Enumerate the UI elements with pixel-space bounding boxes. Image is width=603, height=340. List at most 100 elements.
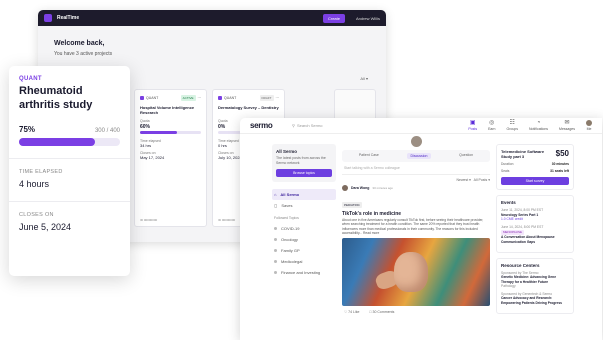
profile-avatar[interactable] (410, 136, 422, 147)
topic-icon (274, 260, 277, 264)
sidebar-topic-oncology[interactable]: Oncology (272, 234, 336, 245)
closes-value: June 5, 2024 (19, 221, 72, 232)
events-heading: Events (501, 200, 516, 206)
image-face (394, 252, 428, 292)
nav-notifications[interactable]: ◔ Notifications (529, 120, 548, 131)
survey-title: Telemedicine Software Study part 3 (501, 149, 545, 160)
post-title[interactable]: TikTok's role in medicine (342, 211, 490, 217)
resource-name: Genetic Medicine: Advancing Gene Therapy… (501, 275, 557, 284)
topic-icon (274, 249, 277, 253)
nav-messages[interactable]: ✉ Messages (559, 120, 575, 131)
browse-topics-button[interactable]: Browse topics (276, 169, 332, 178)
nav-me[interactable]: Me (586, 120, 592, 131)
nav-earn[interactable]: ◎ Earn (488, 120, 495, 131)
project-type: QUANT (224, 96, 237, 100)
topic-icon (274, 227, 277, 231)
post-topic-chip[interactable]: PEDIATRIC (342, 202, 362, 208)
study-count: 300 / 400 (94, 127, 120, 134)
study-title: Rheumatoid arthritis study (19, 85, 93, 111)
sermo-top-bar: sermo ⚲ Search Sermo ▣ Posts ◎ Earn ☷ Group… (240, 118, 602, 134)
more-icon[interactable]: ··· (276, 96, 280, 100)
project-type: QUANT (146, 96, 159, 100)
study-progress-fill (19, 137, 95, 146)
sidebar-topic-medicolegal[interactable]: Medicolegal (272, 256, 336, 267)
study-progress-row: 75% 300 / 400 (19, 125, 120, 134)
sidebar-topic-covid[interactable]: COVID-19 (272, 223, 336, 234)
home-icon: ⌂ (274, 192, 277, 198)
tab-discussion[interactable]: Discussion (406, 153, 432, 159)
nav-groups[interactable]: ☷ Groups (506, 120, 517, 131)
event-name: A Conversation About Menopause Communica… (501, 235, 555, 244)
nav-label: Groups (506, 127, 518, 131)
start-survey-button[interactable]: Start survey (501, 177, 569, 186)
earn-icon: ◎ (489, 120, 495, 126)
feed-sort: Newest ▾ All Posts ▾ (456, 178, 491, 182)
bookmark-icon: ◻ (274, 203, 278, 209)
study-percent: 75% (19, 124, 36, 134)
search-input[interactable]: ⚲ Search Sermo (292, 123, 323, 128)
avatar (586, 120, 592, 126)
resource-item[interactable]: Sponsored by Genentech & Sermo Cancer Ad… (501, 292, 569, 305)
divider (9, 200, 130, 202)
survey-price: $50 (555, 149, 569, 158)
elapsed-label: TIME ELAPSED (19, 168, 63, 175)
sort-newest[interactable]: Newest (457, 178, 469, 182)
followed-topics-heading: Followed Topics (274, 216, 299, 221)
sidebar-item-label: All Sermo (280, 192, 300, 198)
resource-item[interactable]: Sponsored by The Sermo Genetic Medicine:… (501, 271, 569, 288)
status-badge: ACTIVE (180, 95, 196, 101)
comments-button[interactable]: □ 30 Comments (369, 310, 394, 314)
post-time: 30 minutes ago (372, 186, 393, 190)
tab-patient-case[interactable]: Patient Case (359, 153, 379, 159)
tab-question[interactable]: Question (459, 153, 473, 159)
post-card[interactable]: Dara Wong 30 minutes ago PEDIATRIC TikTo… (342, 185, 490, 318)
topic-label: Oncology (281, 237, 298, 243)
quant-study-card[interactable]: QUANT Rheumatoid arthritis study 75% 300… (9, 66, 130, 276)
event-item[interactable]: June 14, 2024, 8:00 PM EST MENOPAUSE A C… (501, 225, 569, 244)
duration-label: Duration (501, 162, 514, 167)
quant-icon (218, 96, 222, 100)
resource-name: Cancer Advocacy and Research: Empowering… (501, 296, 563, 305)
like-button[interactable]: ♡ 74 Like (344, 310, 359, 314)
sidebar-topic-finance[interactable]: Finance and Investing (272, 267, 336, 278)
post-body: About one in five Americans regularly co… (342, 218, 484, 236)
search-placeholder: Search Sermo (296, 123, 323, 128)
comment-count: 30 Comments (372, 310, 395, 314)
sort-all-posts[interactable]: All Posts (474, 178, 488, 182)
post-image[interactable] (342, 238, 490, 306)
cta-text: The latest posts from across the Sermo n… (276, 156, 326, 165)
sidebar-item-saves[interactable]: ◻ Saves (272, 200, 336, 211)
post-type-tabs: Patient Case Discussion Question (342, 150, 490, 162)
resources-heading: Resource Centers (501, 262, 540, 268)
nav-label: Messages (559, 127, 575, 131)
sidebar-item-all-sermo[interactable]: ⌂ All Sermo (272, 189, 336, 201)
event-item[interactable]: June 11, 2024, 8:00 PM EST Neurology Ser… (501, 208, 569, 221)
resource-meta: Pathology (501, 283, 516, 288)
compose-input[interactable]: Start talking with a Sermo colleague (342, 162, 490, 175)
quant-icon (140, 96, 144, 100)
cta-title: All Sermo (276, 149, 298, 154)
user-menu[interactable]: Andrew Willis (350, 16, 380, 21)
topic-label: Finance and Investing (281, 270, 321, 276)
avatar[interactable] (342, 185, 348, 191)
create-button[interactable]: Create (322, 13, 345, 23)
elapsed-value: 34 hrs (140, 143, 152, 149)
project-filter[interactable]: All ▾ (360, 76, 368, 81)
nav-posts[interactable]: ▣ Posts (468, 120, 477, 131)
topic-icon (274, 271, 277, 275)
project-card[interactable]: QUANT ACTIVE ··· Hospital Volume Intelli… (134, 89, 207, 227)
sermo-window: sermo ⚲ Search Sermo ▣ Posts ◎ Earn ☷ Group… (240, 118, 602, 340)
sermo-logo[interactable]: sermo (250, 121, 292, 130)
realtime-app-name: RealTime (57, 15, 80, 21)
elapsed-value: 4 hours (19, 178, 50, 189)
quota-progress-bar (140, 131, 201, 135)
study-type: QUANT (19, 76, 42, 82)
bell-icon: ◔ (536, 120, 541, 126)
welcome-subtitle: You have 3 active projects (54, 51, 113, 57)
more-icon[interactable]: ··· (198, 96, 202, 100)
project-filter-label: All (360, 76, 365, 81)
author-name[interactable]: Dara Wong (351, 186, 369, 190)
project-card-header: QUANT ACTIVE ··· (140, 95, 201, 101)
right-sidebar: Telemedicine Software Study part 3 $50 D… (496, 144, 574, 319)
sidebar-topic-family-gp[interactable]: Family GP (272, 245, 336, 256)
